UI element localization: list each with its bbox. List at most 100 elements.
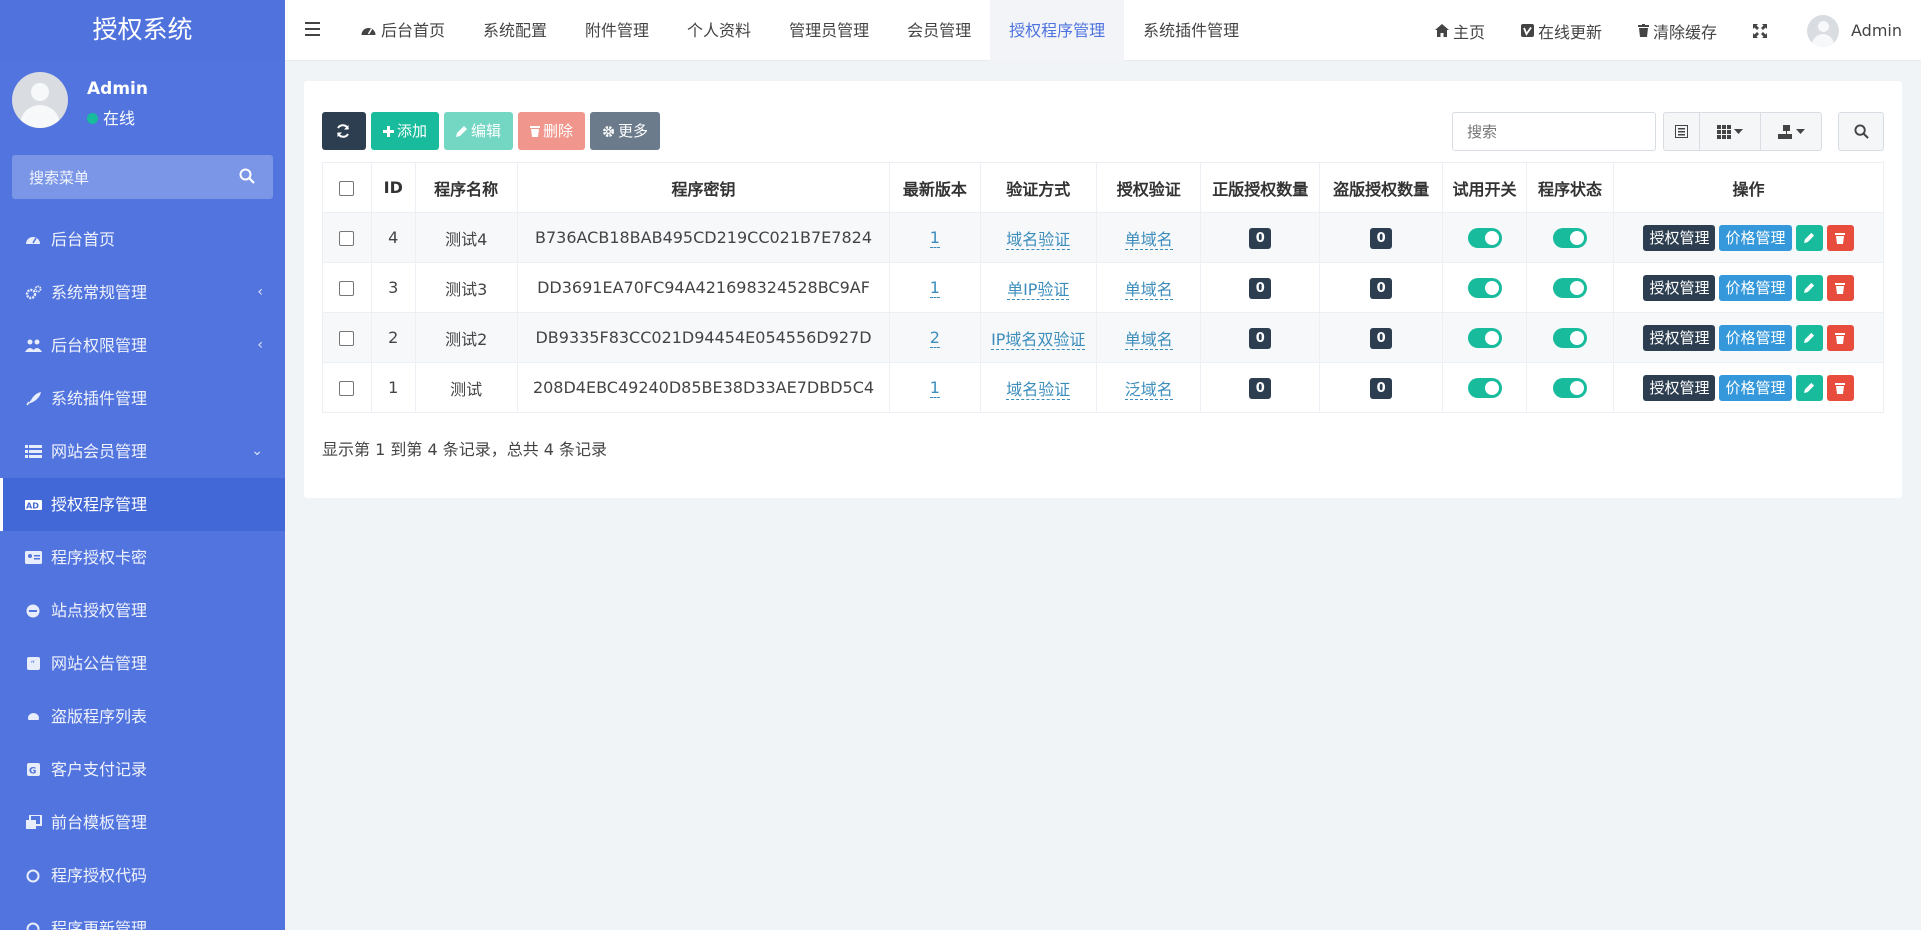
table-search-field[interactable] [1452,112,1656,151]
export-button[interactable] [1761,112,1822,151]
status-toggle[interactable] [1552,377,1587,398]
table-row[interactable]: 3 测试3 DD3691EA70FC94A421698324528BC9AF 1 单IP… [322,262,1885,313]
sidebar-item-10[interactable]: G 客户支付记录 [0,743,285,796]
auth-type-link[interactable]: 单域名 [1124,279,1173,300]
tab-1[interactable]: 系统配置 [464,0,566,61]
version-link[interactable]: 1 [929,378,940,398]
trial-toggle[interactable] [1467,227,1502,248]
column-header[interactable]: 授权验证 [1095,162,1202,213]
tab-6[interactable]: 授权程序管理 [990,0,1125,61]
price-manage-button[interactable]: 价格管理 [1719,324,1792,351]
table-row[interactable]: 1 测试 208D4EBC49240D85BE38D33AE7DBD5C4 1 域名验证… [322,362,1885,413]
sidebar-search-input[interactable]: 搜索菜单 [12,155,273,199]
sidebar-item-0[interactable]: 后台首页 [0,213,285,266]
version-link[interactable]: 1 [929,228,940,248]
version-link[interactable]: 2 [929,328,940,348]
app-title[interactable]: 授权系统 [0,0,285,60]
delete-button[interactable]: 删除 [518,112,586,150]
tab-0[interactable]: 后台首页 [342,0,464,61]
delete-row-button[interactable] [1826,224,1854,251]
table-row[interactable]: 2 测试2 DB9335F83CC021D94454E054556D927D 2 IP域… [322,312,1885,363]
refresh-button[interactable] [322,112,366,150]
sidebar-item-11[interactable]: 前台模板管理 [0,796,285,849]
home-link[interactable]: 主页 [1417,19,1503,43]
search-icon[interactable] [239,168,255,184]
row-checkbox[interactable] [339,331,355,346]
status-toggle[interactable] [1552,327,1587,348]
status-switch-cell [1525,262,1614,313]
sidebar-item-2[interactable]: 后台权限管理 ‹ [0,319,285,372]
tab-2[interactable]: 附件管理 [566,0,668,61]
tab-3[interactable]: 个人资料 [668,0,770,61]
auth-manage-button[interactable]: 授权管理 [1643,324,1716,351]
select-all-checkbox[interactable] [339,181,355,196]
more-button[interactable]: 更多 [590,112,661,150]
advanced-search-button[interactable] [1838,112,1884,151]
sidebar-item-13[interactable]: 程序更新管理 [0,902,285,930]
fullscreen-button[interactable] [1735,23,1789,38]
verify-method-link[interactable]: IP域名双验证 [991,329,1086,350]
sidebar-item-1[interactable]: 系统常规管理 ‹ [0,266,285,319]
column-header[interactable]: 验证方式 [979,162,1097,213]
column-header[interactable]: 试用开关 [1442,162,1527,213]
sidebar-item-4[interactable]: 网站会员管理 ⌄ [0,425,285,478]
delete-row-button[interactable] [1826,274,1854,301]
column-header[interactable]: ID [370,162,416,213]
auth-manage-button[interactable]: 授权管理 [1643,224,1716,251]
online-update-link[interactable]: 在线更新 [1503,19,1620,43]
edit-row-button[interactable] [1795,374,1823,401]
price-manage-button[interactable]: 价格管理 [1719,374,1792,401]
trial-toggle[interactable] [1467,377,1502,398]
table-row[interactable]: 4 测试4 B736ACB18BAB495CD219CC021B7E7824 1 域名验… [322,212,1885,263]
status-toggle[interactable] [1552,277,1587,298]
delete-row-button[interactable] [1826,374,1854,401]
edit-row-button[interactable] [1795,224,1823,251]
edit-row-button[interactable] [1795,324,1823,351]
clear-cache-link[interactable]: 清除缓存 [1620,19,1735,43]
price-manage-button[interactable]: 价格管理 [1719,224,1792,251]
menu-toggle-icon[interactable] [305,22,320,36]
table-search-input[interactable] [1453,113,1655,150]
column-header[interactable]: 程序名称 [414,162,518,213]
auth-type-link[interactable]: 单域名 [1124,229,1173,250]
version-link[interactable]: 1 [929,278,940,298]
user-menu[interactable]: Admin [1789,14,1921,47]
trial-toggle[interactable] [1467,327,1502,348]
tab-7[interactable]: 系统插件管理 [1124,0,1258,61]
verify-method-link[interactable]: 域名验证 [1006,229,1071,250]
column-header[interactable]: 盗版授权数量 [1319,162,1444,213]
edit-button[interactable]: 编辑 [444,112,514,150]
sidebar-item-12[interactable]: 程序授权代码 [0,849,285,902]
toggle-view-button[interactable] [1663,112,1700,151]
columns-button[interactable] [1700,112,1761,151]
sidebar-item-9[interactable]: 盗版程序列表 [0,690,285,743]
status-toggle[interactable] [1552,227,1587,248]
delete-row-button[interactable] [1826,324,1854,351]
sidebar-item-6[interactable]: 程序授权卡密 [0,531,285,584]
auth-manage-button[interactable]: 授权管理 [1643,374,1716,401]
column-header[interactable]: 正版授权数量 [1200,162,1321,213]
column-header[interactable]: 最新版本 [889,162,981,213]
verify-method-link[interactable]: 单IP验证 [1007,279,1070,300]
sidebar-item-7[interactable]: 站点授权管理 [0,584,285,637]
price-manage-button[interactable]: 价格管理 [1719,274,1792,301]
add-button[interactable]: 添加 [371,112,440,150]
verify-method-link[interactable]: 域名验证 [1006,379,1071,400]
column-header[interactable]: 操作 [1612,162,1885,213]
sidebar-item-5[interactable]: AD 授权程序管理 [0,478,285,531]
auth-type-link[interactable]: 泛域名 [1124,379,1173,400]
tab-4[interactable]: 管理员管理 [770,0,888,61]
auth-type-link[interactable]: 单域名 [1124,329,1173,350]
auth-manage-button[interactable]: 授权管理 [1643,274,1716,301]
tab-5[interactable]: 会员管理 [888,0,990,61]
column-header[interactable]: 程序状态 [1525,162,1614,213]
trial-toggle[interactable] [1467,277,1502,298]
row-checkbox[interactable] [339,281,355,296]
sidebar-item-3[interactable]: 系统插件管理 [0,372,285,425]
column-header[interactable]: 程序密钥 [516,162,891,213]
edit-row-button[interactable] [1795,274,1823,301]
sidebar-item-8[interactable]: “ 网站公告管理 [0,637,285,690]
auth-cell: 单域名 [1095,212,1202,263]
row-checkbox[interactable] [339,231,355,246]
row-checkbox[interactable] [339,381,355,396]
